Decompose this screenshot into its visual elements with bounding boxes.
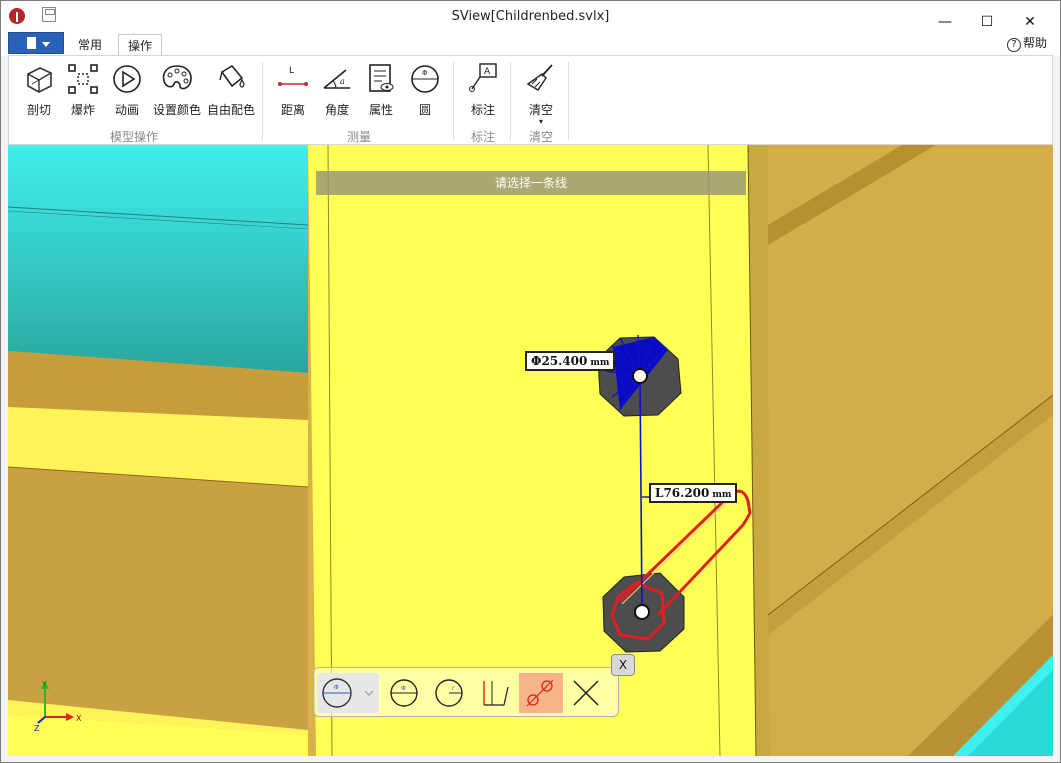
center-distance-tool[interactable] (519, 673, 563, 713)
group-model-operation: 模型操作 (109, 130, 158, 144)
properties-icon (369, 64, 394, 92)
svg-text:r: r (452, 685, 455, 692)
explode-label: 爆炸 (70, 103, 95, 117)
circle-diameter-icon: Φ (390, 679, 418, 707)
cross-icon (573, 680, 599, 706)
play-icon (113, 65, 141, 93)
animation-button[interactable]: 动画 (107, 62, 147, 118)
clear-button[interactable]: 清空 ▾ (521, 62, 561, 126)
document-icon (27, 37, 36, 49)
section-cube-icon (27, 67, 52, 93)
svg-text:Φ: Φ (401, 685, 406, 692)
tab-common[interactable]: 常用 (72, 34, 108, 56)
annotation-icon: A (469, 63, 497, 92)
svg-text:L: L (289, 66, 294, 76)
svg-text:A: A (484, 67, 491, 77)
circle-radius-tool[interactable]: r (429, 673, 469, 713)
properties-button[interactable]: 属性 (361, 62, 401, 118)
line-distance-tool[interactable] (474, 673, 514, 713)
circle-label: 圆 (418, 103, 431, 117)
angle-button[interactable]: a 角度 (317, 62, 357, 118)
axis-z-label: Z (34, 724, 40, 733)
maximize-button[interactable]: ☐ (977, 12, 997, 32)
free-color-button[interactable]: 自由配色 (205, 62, 257, 118)
file-menu-button[interactable] (8, 32, 64, 54)
set-color-label: 设置颜色 (152, 103, 201, 117)
animation-label: 动画 (114, 103, 139, 117)
angle-icon: a (323, 69, 350, 89)
cancel-measure-tool[interactable] (566, 673, 606, 713)
group-annotation: 标注 (470, 130, 495, 144)
free-color-label: 自由配色 (206, 103, 255, 117)
annotate-button[interactable]: A 标注 (463, 62, 503, 118)
dropdown-arrow-icon (42, 42, 50, 47)
ribbon-separator (453, 62, 454, 140)
length-value: L76.200 (655, 486, 710, 500)
measure-type-dropdown[interactable]: Φ (317, 673, 379, 713)
paint-bucket-icon (219, 64, 245, 88)
hole-center-marker (634, 604, 650, 620)
broom-icon (526, 64, 553, 91)
model-scene[interactable]: Y X Z (8, 145, 1053, 756)
svg-text:a: a (340, 77, 345, 86)
group-measure: 测量 (346, 130, 371, 144)
close-button[interactable]: ✕ (1020, 12, 1040, 32)
tab-operation[interactable]: 操作 (118, 34, 162, 56)
explode-button[interactable]: 爆炸 (63, 62, 103, 118)
clear-label: 清空 (528, 103, 553, 117)
section-button[interactable]: 剖切 (19, 62, 59, 118)
axis-x-label: X (76, 714, 82, 723)
explode-icon (68, 64, 98, 94)
ribbon-separator (510, 62, 511, 140)
distance-button[interactable]: L 距离 (273, 62, 313, 118)
circle-diameter-tool[interactable]: Φ (384, 673, 424, 713)
group-clear: 清空 (528, 130, 553, 144)
svg-text:Φ: Φ (422, 69, 428, 77)
annotate-label: 标注 (470, 103, 495, 117)
center-distance-icon (526, 679, 554, 707)
clear-dropdown-arrow-icon[interactable]: ▾ (521, 118, 561, 126)
distance-label: 距离 (280, 103, 305, 117)
measure-toolbar-close-button[interactable]: X (611, 654, 635, 676)
diameter-value: Φ25.400 (531, 354, 588, 368)
axis-y-label: Y (41, 680, 47, 689)
circle-button[interactable]: Φ 圆 (405, 62, 445, 118)
circle-diameter-icon: Φ (411, 65, 439, 93)
diameter-unit: mm (590, 358, 610, 368)
angle-label: 角度 (324, 103, 349, 117)
hole-center-marker (632, 368, 648, 384)
minimize-button[interactable]: — (935, 12, 955, 32)
length-dimension-label[interactable]: L76.200 mm (649, 483, 738, 503)
ribbon-separator (568, 62, 569, 140)
distance-icon: L (278, 66, 308, 86)
help-icon: ? (1006, 38, 1021, 52)
line-distance-icon (483, 681, 509, 706)
help-label: 帮助 (1022, 36, 1047, 50)
measure-toolbar: Φ Φ r (313, 667, 619, 717)
ribbon-separator (262, 62, 263, 140)
set-color-button[interactable]: 设置颜色 (151, 62, 203, 118)
section-label: 剖切 (26, 103, 51, 117)
help-button[interactable]: ? 帮助 (1006, 34, 1047, 52)
length-unit: mm (712, 490, 732, 500)
selection-hint: 请选择一条线 (316, 171, 746, 195)
diameter-dimension-label[interactable]: Φ25.400 mm (525, 351, 616, 371)
circle-radius-icon: r (435, 679, 463, 707)
svg-text:Φ: Φ (334, 684, 339, 691)
properties-label: 属性 (368, 103, 393, 117)
diameter-icon: Φ (322, 678, 374, 708)
window-title: SView[Childrenbed.svlx] (451, 9, 610, 24)
ribbon-panel: 剖切 爆炸 动画 设置颜色 自由配色 模型操作 L 距离 a 角度 属性 Φ 圆… (8, 55, 1053, 145)
title-bar: SView[Childrenbed.svlx] — ☐ ✕ (0, 0, 1061, 32)
3d-viewport[interactable]: Y X Z 请选择一条线 Φ25.400 mm L76.200 mm Φ Φ r X (8, 145, 1053, 756)
palette-icon (162, 65, 192, 90)
